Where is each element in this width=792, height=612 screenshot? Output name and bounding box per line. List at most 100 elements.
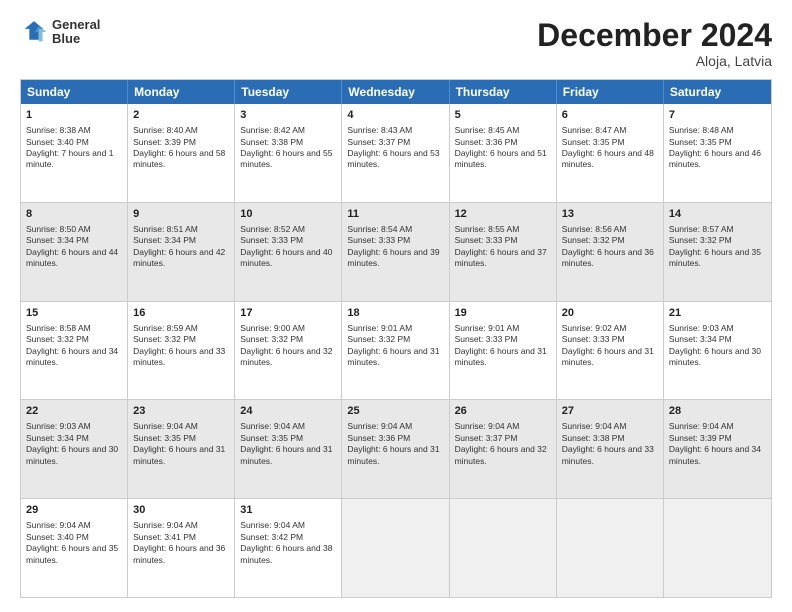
day-number: 29 — [26, 503, 122, 518]
calendar-cell: 4Sunrise: 8:43 AMSunset: 3:37 PMDaylight… — [342, 104, 449, 202]
day-number: 23 — [133, 404, 229, 419]
day-info: Sunrise: 9:03 AM — [26, 421, 122, 432]
day-info: Daylight: 6 hours and 48 minutes. — [562, 148, 658, 171]
day-info: Sunrise: 9:04 AM — [669, 421, 766, 432]
day-number: 30 — [133, 503, 229, 518]
calendar-cell: 13Sunrise: 8:56 AMSunset: 3:32 PMDayligh… — [557, 203, 664, 301]
day-info: Sunrise: 8:48 AM — [669, 125, 766, 136]
calendar-cell: 21Sunrise: 9:03 AMSunset: 3:34 PMDayligh… — [664, 302, 771, 400]
day-info: Daylight: 6 hours and 31 minutes. — [562, 346, 658, 369]
day-info: Sunrise: 8:50 AM — [26, 224, 122, 235]
day-info: Sunset: 3:35 PM — [133, 433, 229, 444]
day-info: Sunset: 3:35 PM — [669, 137, 766, 148]
day-info: Sunset: 3:33 PM — [240, 235, 336, 246]
day-info: Daylight: 7 hours and 1 minute. — [26, 148, 122, 171]
day-info: Sunrise: 8:42 AM — [240, 125, 336, 136]
day-info: Daylight: 6 hours and 37 minutes. — [455, 247, 551, 270]
location: Aloja, Latvia — [537, 53, 772, 69]
calendar-row: 29Sunrise: 9:04 AMSunset: 3:40 PMDayligh… — [21, 499, 771, 597]
day-info: Sunrise: 9:02 AM — [562, 323, 658, 334]
day-number: 14 — [669, 207, 766, 222]
day-info: Sunrise: 8:59 AM — [133, 323, 229, 334]
day-info: Sunset: 3:41 PM — [133, 532, 229, 543]
day-info: Sunrise: 9:04 AM — [133, 421, 229, 432]
day-number: 22 — [26, 404, 122, 419]
day-info: Daylight: 6 hours and 53 minutes. — [347, 148, 443, 171]
calendar-cell: 26Sunrise: 9:04 AMSunset: 3:37 PMDayligh… — [450, 400, 557, 498]
day-number: 28 — [669, 404, 766, 419]
day-info: Sunrise: 8:47 AM — [562, 125, 658, 136]
calendar-cell: 10Sunrise: 8:52 AMSunset: 3:33 PMDayligh… — [235, 203, 342, 301]
calendar-cell: 16Sunrise: 8:59 AMSunset: 3:32 PMDayligh… — [128, 302, 235, 400]
day-info: Sunrise: 8:56 AM — [562, 224, 658, 235]
day-info: Daylight: 6 hours and 31 minutes. — [133, 444, 229, 467]
calendar-cell: 15Sunrise: 8:58 AMSunset: 3:32 PMDayligh… — [21, 302, 128, 400]
day-info: Sunrise: 8:38 AM — [26, 125, 122, 136]
day-info: Sunset: 3:33 PM — [455, 235, 551, 246]
day-info: Sunrise: 9:04 AM — [240, 421, 336, 432]
calendar-cell: 31 Sunrise: 9:04 AMSunset: 3:42 PMDayligh… — [235, 499, 342, 597]
day-number: 4 — [347, 108, 443, 123]
calendar-row: 1Sunrise: 8:38 AMSunset: 3:40 PMDaylight… — [21, 104, 771, 203]
day-info: Sunset: 3:33 PM — [347, 235, 443, 246]
day-number: 27 — [562, 404, 658, 419]
day-info: Sunset: 3:36 PM — [455, 137, 551, 148]
day-info: Sunset: 3:34 PM — [133, 235, 229, 246]
logo-text: General Blue — [52, 18, 100, 47]
day-info: Sunset: 3:40 PM — [26, 532, 122, 543]
calendar-cell: 9Sunrise: 8:51 AMSunset: 3:34 PMDaylight… — [128, 203, 235, 301]
day-info: Sunrise: 9:03 AM — [669, 323, 766, 334]
calendar-cell: 17Sunrise: 9:00 AMSunset: 3:32 PMDayligh… — [235, 302, 342, 400]
day-info: Daylight: 6 hours and 34 minutes. — [669, 444, 766, 467]
calendar-cell: 30Sunrise: 9:04 AMSunset: 3:41 PMDayligh… — [128, 499, 235, 597]
day-info: Daylight: 6 hours and 35 minutes. — [26, 543, 122, 566]
day-info: Daylight: 6 hours and 30 minutes. — [26, 444, 122, 467]
day-number: 16 — [133, 306, 229, 321]
day-number: 11 — [347, 207, 443, 222]
day-info: Daylight: 6 hours and 34 minutes. — [26, 346, 122, 369]
header-cell-wednesday: Wednesday — [342, 80, 449, 104]
day-info: Daylight: 6 hours and 36 minutes. — [562, 247, 658, 270]
day-info: Sunrise: 9:04 AM — [240, 520, 336, 531]
day-info: Sunrise: 9:00 AM — [240, 323, 336, 334]
calendar-cell: 5Sunrise: 8:45 AMSunset: 3:36 PMDaylight… — [450, 104, 557, 202]
calendar-cell — [557, 499, 664, 597]
day-number: 31 — [240, 503, 336, 518]
day-number: 21 — [669, 306, 766, 321]
day-info: Sunset: 3:34 PM — [26, 235, 122, 246]
logo: General Blue — [20, 18, 100, 47]
day-number: 25 — [347, 404, 443, 419]
day-info: Sunset: 3:34 PM — [669, 334, 766, 345]
header-cell-monday: Monday — [128, 80, 235, 104]
day-number: 2 — [133, 108, 229, 123]
day-info: Daylight: 6 hours and 38 minutes. — [240, 543, 336, 566]
day-info: Sunset: 3:42 PM — [240, 532, 336, 543]
header-cell-sunday: Sunday — [21, 80, 128, 104]
calendar-cell: 1Sunrise: 8:38 AMSunset: 3:40 PMDaylight… — [21, 104, 128, 202]
day-info: Sunrise: 8:40 AM — [133, 125, 229, 136]
month-title: December 2024 — [537, 18, 772, 53]
calendar-cell — [342, 499, 449, 597]
day-info: Daylight: 6 hours and 31 minutes. — [240, 444, 336, 467]
calendar-cell: 19Sunrise: 9:01 AMSunset: 3:33 PMDayligh… — [450, 302, 557, 400]
day-number: 13 — [562, 207, 658, 222]
day-info: Sunrise: 8:57 AM — [669, 224, 766, 235]
day-number: 9 — [133, 207, 229, 222]
day-info: Sunset: 3:32 PM — [347, 334, 443, 345]
day-number: 6 — [562, 108, 658, 123]
calendar-row: 15Sunrise: 8:58 AMSunset: 3:32 PMDayligh… — [21, 302, 771, 401]
day-number: 3 — [240, 108, 336, 123]
calendar-cell: 6Sunrise: 8:47 AMSunset: 3:35 PMDaylight… — [557, 104, 664, 202]
day-info: Sunrise: 9:01 AM — [347, 323, 443, 334]
day-info: Sunset: 3:33 PM — [455, 334, 551, 345]
calendar-cell: 8Sunrise: 8:50 AMSunset: 3:34 PMDaylight… — [21, 203, 128, 301]
day-info: Daylight: 6 hours and 32 minutes. — [455, 444, 551, 467]
day-info: Daylight: 6 hours and 58 minutes. — [133, 148, 229, 171]
day-number: 7 — [669, 108, 766, 123]
calendar-cell: 22Sunrise: 9:03 AMSunset: 3:34 PMDayligh… — [21, 400, 128, 498]
day-info: Sunrise: 8:55 AM — [455, 224, 551, 235]
calendar-cell: 28Sunrise: 9:04 AMSunset: 3:39 PMDayligh… — [664, 400, 771, 498]
day-number: 20 — [562, 306, 658, 321]
day-info: Sunset: 3:32 PM — [240, 334, 336, 345]
day-number: 18 — [347, 306, 443, 321]
